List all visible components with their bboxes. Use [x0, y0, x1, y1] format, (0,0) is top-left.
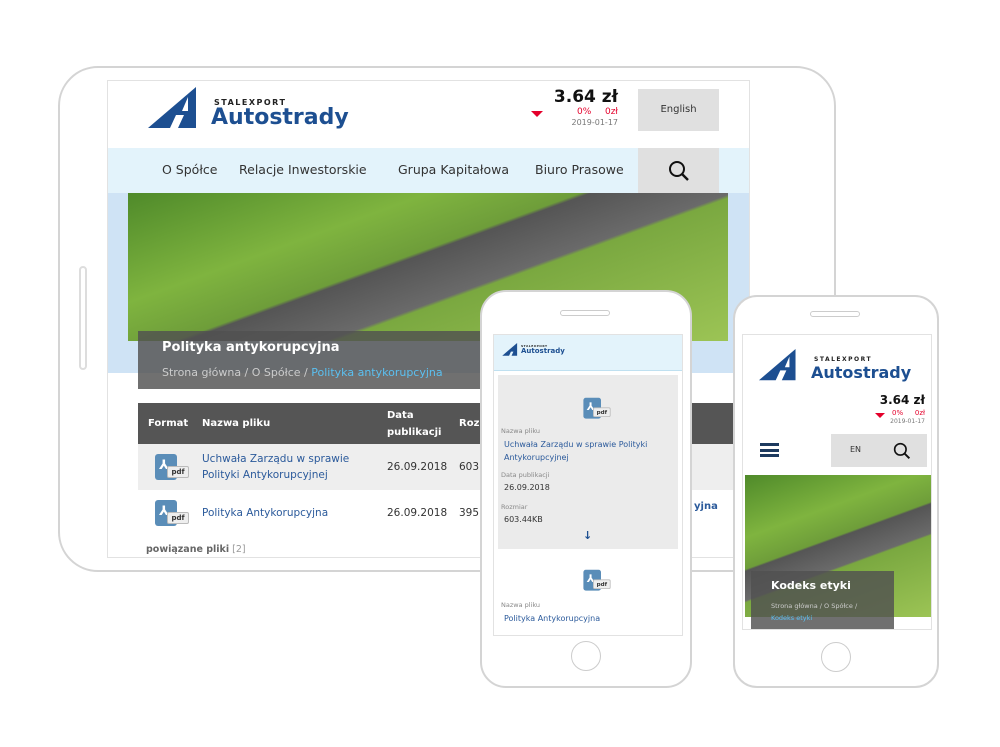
stock-change-abs: 0zł	[604, 107, 618, 117]
pdf-icon[interactable]: ⅄ pdf	[583, 397, 611, 420]
lang-search-bar: EN	[831, 434, 927, 467]
col-name: Nazwa pliku	[202, 418, 271, 429]
nav-item-o-spolce[interactable]: O Spółce	[162, 162, 217, 177]
breadcrumb-o-spolce[interactable]: O Spółce	[824, 602, 853, 610]
file-link[interactable]: Uchwała Zarządu w sprawie Polityki Antyk…	[202, 451, 382, 483]
down-arrow-icon	[875, 413, 885, 418]
file-link[interactable]: Polityka Antykorupcyjna	[504, 614, 600, 623]
logo-autostrady: Autostrady	[521, 347, 565, 355]
related-files[interactable]: powiązane pliki [2]	[146, 544, 246, 555]
related-label: powiązane pliki	[146, 544, 230, 555]
down-arrow-icon	[531, 111, 543, 117]
phone2-home-button[interactable]	[821, 642, 851, 672]
phone1-header: STALEXPORT Autostrady	[494, 335, 682, 371]
phone1-screen: STALEXPORT Autostrady ⅄ pdf Nazwa pliku U…	[493, 334, 683, 636]
stock-change-pct: 0%	[892, 409, 904, 417]
phone2-speaker	[810, 311, 860, 317]
breadcrumb-home[interactable]: Strona główna	[162, 366, 241, 379]
pdf-icon[interactable]: ⅄ pdf	[155, 500, 189, 528]
file-card: ⅄ pdf Nazwa pliku Uchwała Zarządu w spraw…	[498, 375, 678, 549]
phone1-speaker	[560, 310, 610, 316]
nav-item-grupa[interactable]: Grupa Kapitałowa	[398, 162, 509, 177]
breadcrumb-home[interactable]: Strona główna	[771, 602, 818, 610]
page-title: Polityka antykorupcyjna	[162, 340, 340, 355]
col-date: Data publikacji	[387, 410, 442, 438]
search-icon	[669, 161, 689, 181]
stock-change-abs: 0zł	[914, 409, 925, 417]
size-label: Rozmiar	[501, 503, 528, 511]
download-arrow-icon[interactable]: ↓	[583, 529, 592, 542]
file-link[interactable]: Uchwała Zarządu w sprawie Polityki Antyk…	[504, 438, 664, 464]
stock-price: 3.64 zł	[553, 87, 618, 107]
main-nav: O Spółce Relacje Inwestorskie Grupa Kapi…	[108, 148, 749, 193]
partial-link: yjna	[694, 501, 718, 512]
breadcrumb: Strona główna / O Spółce / Polityka anty…	[162, 366, 443, 379]
breadcrumb-current: Kodeks etyki	[771, 614, 813, 622]
phone2-screen: STALEXPORT Autostrady 3.64 zł 0% 0zł 201…	[742, 334, 932, 630]
search-button[interactable]	[638, 148, 719, 193]
logo-icon	[148, 87, 196, 128]
language-button[interactable]: English	[638, 89, 719, 131]
logo-autostrady: Autostrady	[211, 105, 349, 130]
name-label: Nazwa pliku	[501, 601, 541, 609]
language-button[interactable]: EN	[850, 445, 861, 454]
breadcrumb-current: Polityka antykorupcyjna	[311, 366, 443, 379]
stock-date: 2019-01-17	[571, 118, 619, 127]
stock-price: 3.64 zł	[879, 393, 925, 407]
logo-icon	[502, 343, 518, 356]
breadcrumb-o-spolce[interactable]: O Spółce	[252, 366, 301, 379]
search-icon[interactable]	[893, 442, 911, 460]
pdf-icon[interactable]: ⅄ pdf	[155, 454, 189, 482]
logo-autostrady: Autostrady	[811, 363, 912, 382]
logo-stalexport: STALEXPORT	[814, 356, 873, 363]
tablet-side-button	[79, 266, 87, 370]
hamburger-menu-icon[interactable]	[760, 443, 779, 457]
phone1-home-button[interactable]	[571, 641, 601, 671]
date-label: Data publikacji	[501, 471, 550, 479]
nav-item-biuro[interactable]: Biuro Prasowe	[535, 162, 624, 177]
hero-caption: Kodeks etyki Strona główna / O Spółce / K…	[751, 571, 894, 629]
page-title: Kodeks etyki	[771, 579, 851, 592]
breadcrumb: Strona główna / O Spółce / Kodeks etyki	[771, 602, 858, 622]
col-format: Format	[148, 418, 189, 429]
file-date: 26.09.2018	[387, 461, 448, 473]
related-count: [2]	[232, 544, 246, 555]
stock-change-pct: 0%	[577, 107, 592, 117]
file-link[interactable]: Polityka Antykorupcyjna	[202, 505, 328, 521]
file-size: 603.44KB	[504, 515, 543, 524]
stock-date: 2019-01-17	[890, 418, 925, 425]
file-date: 26.09.2018	[387, 507, 448, 519]
name-label: Nazwa pliku	[501, 427, 541, 435]
hero-caption: Polityka antykorupcyjna Strona główna / …	[138, 331, 483, 389]
nav-item-relacje[interactable]: Relacje Inwestorskie	[239, 162, 367, 177]
logo-icon	[758, 349, 796, 381]
pdf-icon[interactable]: ⅄ pdf	[583, 569, 611, 592]
file-date: 26.09.2018	[504, 483, 550, 492]
